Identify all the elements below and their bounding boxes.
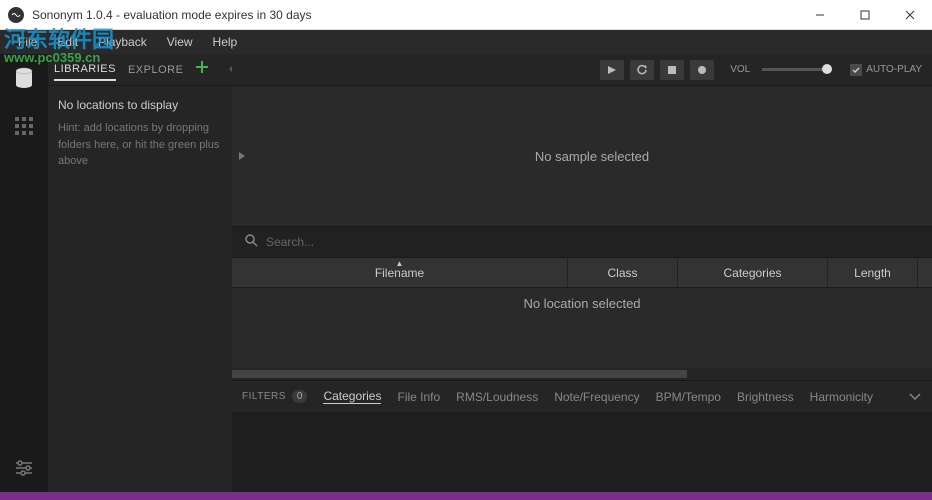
play-button[interactable] (600, 60, 624, 80)
tab-libraries[interactable]: LIBRARIES (54, 59, 116, 81)
autoplay-toggle[interactable]: AUTO-PLAY (850, 64, 922, 76)
sort-asc-icon: ▲ (396, 259, 404, 268)
menu-bar: File Edit Playback View Help (0, 30, 932, 54)
column-length[interactable]: Length (828, 258, 918, 287)
add-location-button[interactable] (195, 60, 209, 79)
preview-collapse-button[interactable] (232, 86, 252, 226)
sidebar-hint: Hint: add locations by dropping folders … (58, 120, 222, 170)
filter-tab-categories[interactable]: Categories (323, 389, 381, 404)
column-filename[interactable]: ▲ Filename (232, 258, 568, 287)
volume-label: VOL (730, 64, 750, 75)
filter-tab-bpm[interactable]: BPM/Tempo (656, 390, 721, 404)
column-class[interactable]: Class (568, 258, 678, 287)
filter-tab-note[interactable]: Note/Frequency (554, 390, 639, 404)
left-rail (0, 54, 48, 492)
loop-button[interactable] (630, 60, 654, 80)
tab-explore[interactable]: EXPLORE (128, 60, 183, 80)
filter-tab-harmonicity[interactable]: Harmonicity (810, 390, 873, 404)
sidebar: LIBRARIES EXPLORE No locations to displa… (48, 54, 232, 492)
sidebar-content: No locations to display Hint: add locati… (48, 86, 232, 182)
filters-label: FILTERS (242, 391, 286, 402)
sidebar-tabs: LIBRARIES EXPLORE (48, 54, 232, 86)
database-icon[interactable] (12, 66, 36, 90)
status-bar (0, 492, 932, 500)
menu-help[interactable]: Help (203, 35, 248, 49)
maximize-button[interactable] (842, 0, 887, 30)
horizontal-scrollbar[interactable] (232, 368, 932, 380)
filters-panel (232, 412, 932, 492)
search-icon (244, 233, 258, 252)
filter-tab-brightness[interactable]: Brightness (737, 390, 794, 404)
filters-bar: FILTERS 0 Categories File Info RMS/Loudn… (232, 380, 932, 412)
autoplay-label: AUTO-PLAY (866, 64, 922, 75)
autoplay-checkbox[interactable] (850, 64, 862, 76)
preview-message: No sample selected (252, 149, 932, 164)
window-titlebar: Sononym 1.0.4 - evaluation mode expires … (0, 0, 932, 30)
filter-tab-rms[interactable]: RMS/Loudness (456, 390, 538, 404)
volume-slider[interactable] (762, 68, 832, 71)
filters-count: 0 (292, 390, 308, 403)
menu-view[interactable]: View (157, 35, 203, 49)
filter-tab-fileinfo[interactable]: File Info (397, 390, 440, 404)
app-icon (8, 7, 24, 23)
window-title: Sononym 1.0.4 - evaluation mode expires … (32, 8, 797, 22)
scrollbar-thumb[interactable] (232, 370, 687, 378)
stop-button[interactable] (660, 60, 684, 80)
table-header: ▲ Filename Class Categories Length (232, 258, 932, 288)
menu-playback[interactable]: Playback (88, 35, 157, 49)
filters-expand-button[interactable] (908, 388, 922, 406)
minimize-button[interactable] (797, 0, 842, 30)
main-area: VOL AUTO-PLAY No sample selected ▲ Filen… (232, 54, 932, 492)
settings-icon[interactable] (12, 456, 36, 480)
search-bar (232, 226, 932, 258)
table-empty-message: No location selected (232, 288, 932, 311)
volume-thumb[interactable] (822, 64, 832, 74)
preview-area: No sample selected (232, 86, 932, 226)
menu-file[interactable]: File (8, 35, 47, 49)
window-controls (797, 0, 932, 30)
menu-edit[interactable]: Edit (47, 35, 88, 49)
sidebar-heading: No locations to display (58, 98, 222, 112)
grid-icon[interactable] (12, 114, 36, 138)
search-input[interactable] (266, 235, 920, 249)
close-button[interactable] (887, 0, 932, 30)
table-body: No location selected (232, 288, 932, 380)
player-bar: VOL AUTO-PLAY (232, 54, 932, 86)
column-categories[interactable]: Categories (678, 258, 828, 287)
record-button[interactable] (690, 60, 714, 80)
column-overflow[interactable] (918, 258, 932, 287)
